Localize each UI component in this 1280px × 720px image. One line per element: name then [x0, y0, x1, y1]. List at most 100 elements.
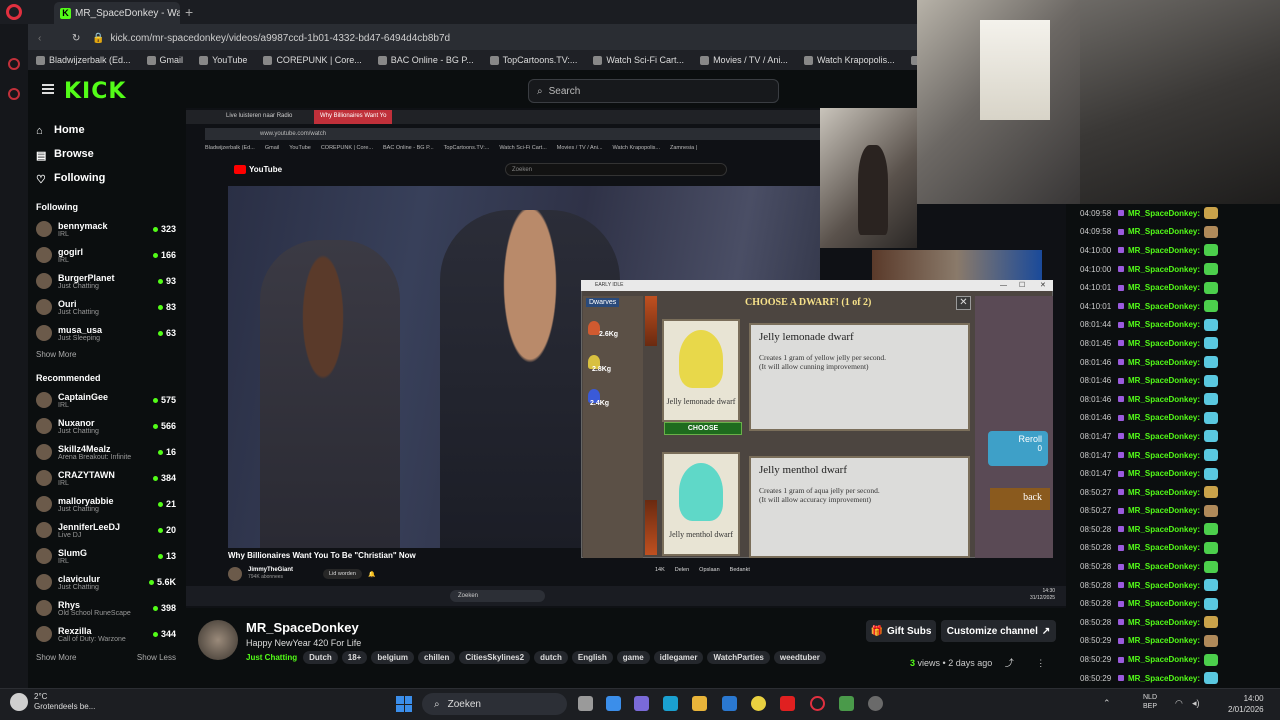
channel-item[interactable]: musa_usa Just Sleeping 63: [36, 320, 176, 346]
show-more-button[interactable]: Show More: [36, 350, 181, 359]
channel-item[interactable]: BurgerPlanet Just Chatting 93: [36, 268, 176, 294]
badge-icon: [1118, 303, 1124, 310]
tag-chip[interactable]: belgium: [371, 651, 415, 664]
tag-chip[interactable]: 18+: [341, 651, 368, 664]
channel-item[interactable]: bennymack IRL 323: [36, 216, 176, 242]
badge-icon: [1118, 600, 1124, 607]
nav-following[interactable]: ♡ Following: [36, 166, 181, 190]
weather-widget[interactable]: 2°C Grotendeels be...: [34, 692, 95, 712]
browser-tab-active[interactable]: K MR_SpaceDonkey - Wa: [54, 2, 180, 24]
wifi-icon[interactable]: ◠: [1175, 698, 1183, 709]
chat-message: 04:10:00 MR_SpaceDonkey:: [1080, 260, 1280, 279]
opera-icon[interactable]: [810, 696, 825, 711]
store-icon[interactable]: [606, 696, 621, 711]
outlook-icon[interactable]: [722, 696, 737, 711]
language-indicator[interactable]: NLD BEP: [1143, 693, 1157, 711]
channel-avatar[interactable]: [198, 620, 238, 660]
channel-item[interactable]: claviculur Just Chatting 5.6K: [36, 569, 176, 595]
file-explorer-icon[interactable]: [692, 696, 707, 711]
share-icon[interactable]: ⤴: [1005, 658, 1014, 668]
bookmark-item[interactable]: Watch Krapopolis...: [803, 55, 895, 65]
chat-message: 08:50:29 MR_SpaceDonkey:: [1080, 632, 1280, 651]
bookmark-item[interactable]: BAC Online - BG P...: [377, 55, 474, 65]
chat-message: 04:10:00 MR_SpaceDonkey:: [1080, 241, 1280, 260]
bookmark-item[interactable]: TopCartoons.TV:...: [489, 55, 577, 65]
tag-chip[interactable]: idlegamer: [653, 651, 704, 664]
tag-chip[interactable]: weedtuber: [773, 651, 826, 664]
webcam-streamer: [1080, 0, 1280, 204]
reroll-button: Reroll 0: [988, 431, 1048, 466]
opera-logo-icon[interactable]: [6, 4, 22, 20]
calculator-icon[interactable]: [839, 696, 854, 711]
windows-start-icon[interactable]: [396, 696, 412, 712]
bookmark-item[interactable]: Gmail: [146, 55, 183, 65]
channel-avatar: [36, 325, 52, 341]
reload-icon[interactable]: ↻: [72, 33, 80, 44]
channel-item[interactable]: malloryabbie Just Chatting 21: [36, 491, 176, 517]
youtube-icon[interactable]: [780, 696, 795, 711]
dwarf-weight-3: 2.4Kg: [590, 400, 610, 407]
taskbar-clock[interactable]: 14:00 2/01/2026: [1228, 693, 1264, 715]
tray-chevron-icon[interactable]: ⌃: [1103, 698, 1111, 709]
customize-channel-button[interactable]: Customize channel ↗: [941, 620, 1056, 642]
gift-subs-button[interactable]: 🎁 Gift Subs: [866, 620, 936, 642]
youtube-join-button: Lid worden: [323, 569, 362, 579]
tag-chip[interactable]: chillen: [418, 651, 456, 664]
task-view-icon[interactable]: [578, 696, 593, 711]
channel-item[interactable]: Nuxanor Just Chatting 566: [36, 413, 176, 439]
bookmark-item[interactable]: Movies / TV / Ani...: [700, 55, 788, 65]
new-tab-button[interactable]: +: [185, 4, 193, 20]
sidebar-aria-icon[interactable]: [8, 58, 20, 70]
channel-item[interactable]: Ouri Just Chatting 83: [36, 294, 176, 320]
bookmark-item[interactable]: COREPUNK | Core...: [263, 55, 362, 65]
weather-icon[interactable]: [10, 693, 28, 711]
category-link[interactable]: Just Chatting: [246, 653, 297, 662]
channel-item[interactable]: CRAZYTAWN IRL 384: [36, 465, 176, 491]
show-more-recommended-button[interactable]: Show More: [36, 653, 76, 662]
url-field[interactable]: ‹ ↻ 🔒 kick.com/mr-spacedonkey/videos/a99…: [38, 29, 882, 47]
more-options-icon[interactable]: ⋮: [1036, 658, 1045, 668]
tag-chip[interactable]: dutch: [534, 651, 568, 664]
emote-icon: [1204, 523, 1219, 536]
menu-icon[interactable]: [42, 84, 54, 94]
channel-item[interactable]: SlumG IRL 13: [36, 543, 176, 569]
sidebar-history-icon[interactable]: [8, 88, 20, 100]
browser-tab-title: MR_SpaceDonkey - Wa: [75, 7, 180, 19]
channel-item[interactable]: Skillz4Mealz Arena Breakout: Infinite 16: [36, 439, 176, 465]
channel-item[interactable]: CaptainGee IRL 575: [36, 387, 176, 413]
channel-item[interactable]: gogirl IRL 166: [36, 242, 176, 268]
bookmark-item[interactable]: Bladwijzerbalk (Ed...: [36, 55, 131, 65]
nav-home[interactable]: ⌂ Home: [36, 118, 181, 142]
nav-browse[interactable]: ▤ Browse: [36, 142, 181, 166]
edge-icon[interactable]: [663, 696, 678, 711]
tag-chip[interactable]: game: [616, 651, 650, 664]
chrome-icon[interactable]: [751, 696, 766, 711]
teams-icon[interactable]: [634, 696, 649, 711]
bookmark-item[interactable]: Watch Sci-Fi Cart...: [593, 55, 684, 65]
back-icon[interactable]: ‹: [38, 33, 41, 44]
chat-message: 08:01:47 MR_SpaceDonkey:: [1080, 464, 1280, 483]
tag-chip[interactable]: English: [571, 651, 613, 664]
search-input[interactable]: ⌕ Search: [528, 79, 779, 103]
kick-logo[interactable]: KICK: [64, 79, 126, 104]
inner-bookmark-item: Gmail: [264, 145, 280, 151]
tag-chip[interactable]: CitiesSkylines2: [459, 651, 531, 664]
channel-item[interactable]: Rhys Old School RuneScape 398: [36, 595, 176, 621]
dwarf-lemonade-icon: [679, 330, 723, 388]
channel-item[interactable]: JenniferLeeDJ Live DJ 20: [36, 517, 176, 543]
channel-name[interactable]: MR_SpaceDonkey: [246, 620, 359, 635]
settings-icon[interactable]: [868, 696, 883, 711]
tag-chip[interactable]: Dutch: [303, 651, 338, 664]
badge-icon: [1118, 582, 1124, 589]
channel-avatar: [36, 626, 52, 642]
bookmark-item[interactable]: YouTube: [199, 55, 247, 65]
channel-item[interactable]: Rexzilla Call of Duty: Warzone 344: [36, 621, 176, 647]
chat-message: 08:50:28 MR_SpaceDonkey:: [1080, 557, 1280, 576]
taskbar-search[interactable]: ⌕ Zoeken: [422, 693, 567, 715]
bookmark-favicon-icon: [36, 55, 45, 65]
show-less-button[interactable]: Show Less: [137, 653, 176, 662]
emote-icon: [1204, 281, 1219, 294]
volume-icon[interactable]: ◂): [1192, 698, 1200, 709]
tag-chip[interactable]: WatchParties: [707, 651, 770, 664]
lock-icon: 🔒: [92, 32, 105, 44]
